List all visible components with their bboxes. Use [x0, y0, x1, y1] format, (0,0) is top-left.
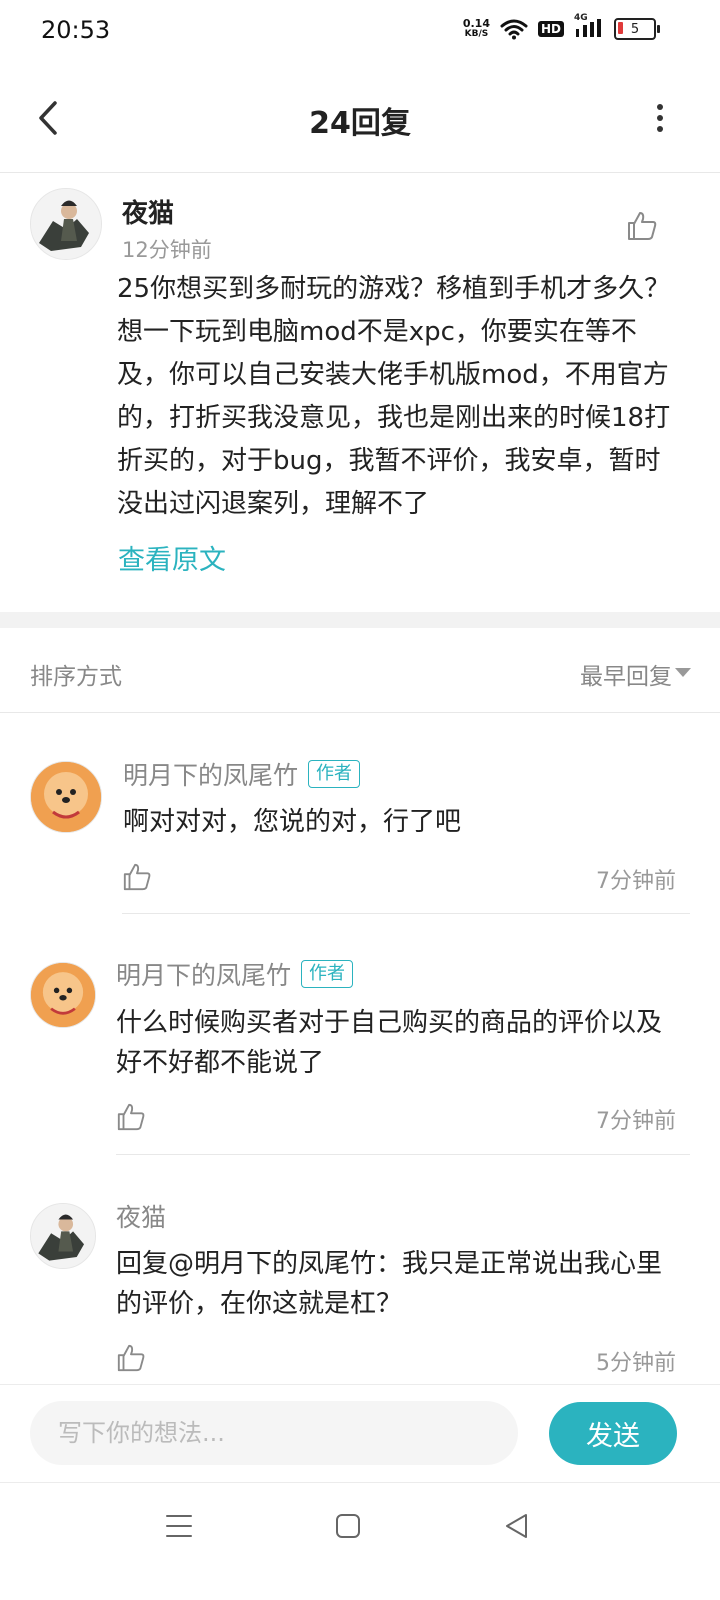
reply-divider	[116, 1154, 690, 1155]
caret-down-icon[interactable]	[675, 668, 691, 677]
status-icons: 0.14 KB/S HD 4G 5	[463, 13, 660, 40]
nav-back-button[interactable]	[494, 1506, 538, 1546]
nav-menu-button[interactable]	[157, 1506, 201, 1546]
composer-divider	[0, 1384, 720, 1385]
view-original-link[interactable]: 查看原文	[118, 538, 226, 577]
network-speed: 0.14 KB/S	[463, 18, 490, 40]
header-divider	[0, 172, 720, 173]
reply-like-button[interactable]	[122, 862, 152, 892]
avatar-image	[31, 762, 101, 832]
op-avatar[interactable]	[30, 188, 102, 260]
reply-timestamp: 5分钟前	[596, 1351, 676, 1376]
reply-content: 什么时候购买者对于自己购买的商品的评价以及好不好都不能说了	[116, 1008, 663, 1078]
status-time: 20:53	[41, 16, 111, 44]
sort-label: 排序方式	[30, 664, 122, 690]
reply-avatar[interactable]	[30, 1203, 96, 1269]
reply-avatar[interactable]	[30, 962, 96, 1028]
avatar-image	[31, 189, 101, 259]
send-button[interactable]: 发送	[549, 1402, 677, 1465]
thumbs-up-icon	[628, 212, 657, 240]
avatar-image	[31, 963, 95, 1027]
page-title: 24回复	[309, 106, 411, 141]
op-author-name[interactable]: 夜猫	[122, 193, 174, 230]
op-timestamp: 12分钟前	[122, 238, 212, 262]
section-separator	[0, 612, 720, 628]
reply-author-name[interactable]: 明月下的凤尾竹	[116, 956, 291, 992]
more-button[interactable]	[650, 100, 670, 136]
reply-author: 明月下的凤尾竹 作者	[116, 956, 354, 992]
reply-like-button[interactable]	[116, 1102, 146, 1132]
reply-content: 回复@明月下的凤尾竹：我只是正常说出我心里的评价，在你这就是杠？	[116, 1249, 663, 1319]
reply-timestamp: 7分钟前	[596, 1109, 676, 1134]
thumbs-up-icon	[117, 1103, 145, 1131]
thumbs-up-icon	[117, 1344, 145, 1372]
reply-timestamp: 7分钟前	[596, 869, 676, 894]
op-content: 25你想买到多耐玩的游戏？移植到手机才多久？想一下玩到电脑mod不是xpc，你要…	[117, 274, 671, 519]
network-type-label: 4G	[574, 13, 588, 23]
thumbs-up-icon	[123, 863, 151, 891]
cellular-signal: 4G	[574, 13, 604, 39]
comment-input[interactable]	[30, 1401, 518, 1465]
reply-avatar[interactable]	[30, 761, 102, 833]
more-vertical-icon	[657, 104, 663, 110]
op-like-button[interactable]	[626, 210, 658, 242]
reply-content: 啊对对对，您说的对，行了吧	[123, 807, 462, 837]
wifi-icon	[500, 19, 528, 40]
reply-author: 明月下的凤尾竹 作者	[123, 756, 361, 792]
reply-author-name[interactable]: 夜猫	[116, 1198, 166, 1234]
avatar-image	[31, 1204, 95, 1268]
square-icon	[336, 1514, 360, 1538]
nav-home-button[interactable]	[326, 1506, 370, 1546]
menu-icon	[166, 1515, 192, 1537]
battery-level: 5	[630, 21, 640, 37]
network-speed-value: 0.14	[462, 17, 490, 30]
sort-divider	[0, 712, 720, 713]
reply-like-button[interactable]	[116, 1343, 146, 1373]
author-badge: 作者	[301, 960, 354, 988]
hd-badge: HD	[537, 21, 564, 37]
triangle-back-icon	[506, 1514, 527, 1538]
reply-divider	[122, 913, 690, 914]
reply-author: 夜猫	[116, 1198, 166, 1234]
sort-dropdown[interactable]: 最早回复	[580, 657, 672, 691]
battery-icon: 5	[614, 18, 660, 40]
reply-author-name[interactable]: 明月下的凤尾竹	[123, 756, 298, 792]
author-badge: 作者	[308, 760, 361, 788]
network-speed-unit: KB/S	[464, 29, 489, 39]
